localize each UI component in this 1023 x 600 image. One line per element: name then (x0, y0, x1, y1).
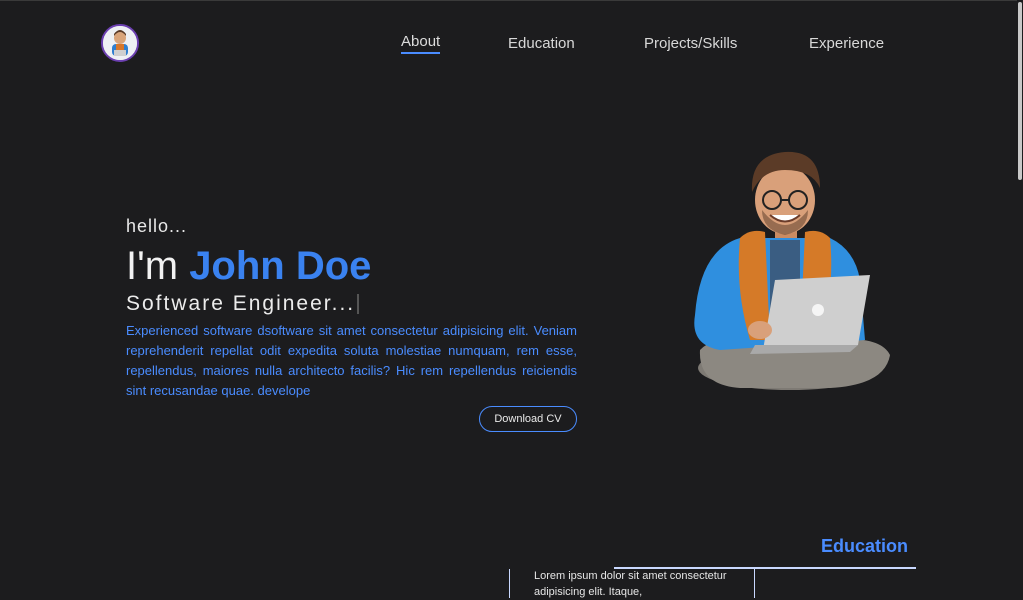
nav-experience[interactable]: Experience (809, 35, 884, 52)
hero-greeting: hello... (126, 216, 188, 236)
hero-name: John Doe (189, 244, 372, 288)
nav-about[interactable]: About (401, 33, 441, 54)
hero-role-text: Software Engineer... (126, 292, 356, 315)
window-top-border (0, 0, 1023, 1)
page-scrollbar[interactable] (1017, 0, 1023, 598)
education-item-text: Lorem ipsum dolor sit amet consectetur a… (534, 570, 727, 598)
developer-illustration (680, 140, 895, 395)
scrollbar-thumb[interactable] (1018, 2, 1022, 180)
main-nav: About Education Projects/Skills Experien… (0, 33, 1023, 57)
hero-name-prefix: I'm (126, 244, 190, 288)
developer-illustration-svg (694, 151, 890, 390)
hero-bio: Experienced software dsoftware sit amet … (126, 323, 577, 398)
nav-education[interactable]: Education (508, 35, 575, 52)
hero-title: I'm John Doe (126, 244, 371, 289)
nav-education-label: Education (508, 35, 575, 52)
nav-projects-label: Projects/Skills (644, 35, 738, 52)
timeline-vertical-line-right (754, 569, 755, 598)
nav-active-underline (401, 52, 441, 54)
hero-role: Software Engineer... (126, 292, 360, 316)
nav-experience-label: Experience (809, 35, 885, 52)
nav-about-label: About (401, 33, 441, 50)
nav-projects-skills[interactable]: Projects/Skills (644, 35, 737, 52)
typing-caret (357, 294, 360, 315)
education-section-title: Education (821, 536, 909, 556)
timeline-vertical-line-left (509, 569, 510, 598)
download-cv-button[interactable]: Download CV (479, 406, 577, 432)
